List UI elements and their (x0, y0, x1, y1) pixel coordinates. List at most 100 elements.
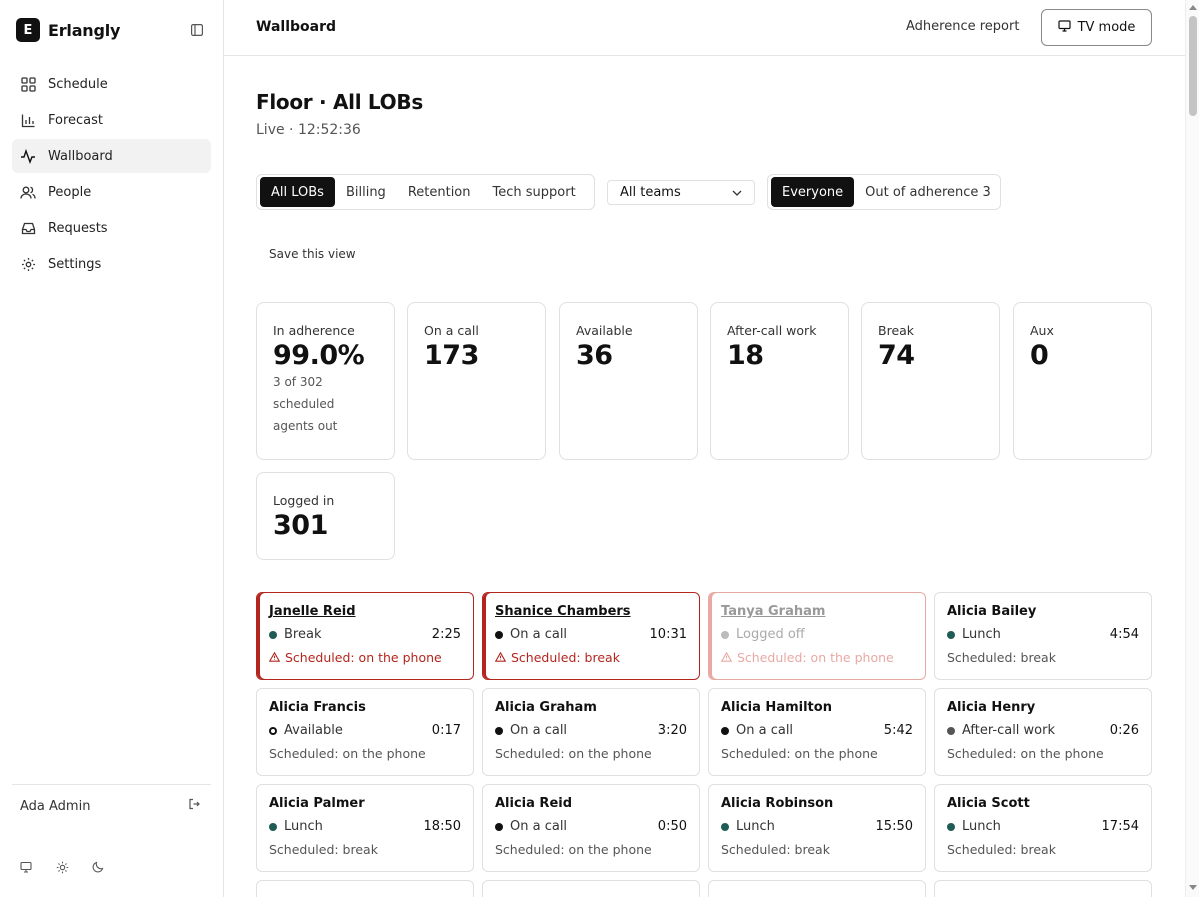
agent-card[interactable]: Alicia Hamilton On a call 5:42 Scheduled: o… (708, 688, 926, 776)
agent-state: On a call (495, 627, 567, 642)
agent-card[interactable]: Shanice Chambers On a call 10:31 Scheduled:… (482, 592, 700, 680)
tv-mode-button[interactable]: TV mode (1041, 9, 1152, 46)
status-dot-icon (721, 726, 729, 735)
sidebar-toggle-icon[interactable] (190, 23, 204, 37)
status-dot-icon (269, 726, 277, 735)
agent-name: Alicia Scott (947, 796, 1030, 811)
agent-card[interactable]: Alicia Robinson Lunch 15:50 Scheduled: brea… (708, 784, 926, 872)
agent-state: Lunch (947, 627, 1001, 642)
agent-state-row: On a call 10:31 (495, 627, 687, 642)
agent-card[interactable]: Janelle Reid Break 2:25 Scheduled: on the p… (256, 592, 474, 680)
agent-state-row: Logged off (721, 627, 913, 642)
agent-state-label: On a call (510, 819, 568, 834)
adherence-tab-everyone[interactable]: Everyone (771, 177, 855, 207)
agent-state-label: Lunch (962, 819, 1001, 834)
save-view-button[interactable]: Save this view (269, 247, 356, 261)
lob-tab-all[interactable]: All LOBs (260, 177, 335, 207)
agent-state-row: Available 0:17 (269, 723, 461, 738)
stat-label: Available (576, 323, 633, 338)
agent-card[interactable]: Tanya Graham Logged off Scheduled: on the … (708, 592, 926, 680)
agent-card[interactable]: Alicia Scott Lunch 17:54 Scheduled: break (934, 784, 1152, 872)
sidebar-divider (12, 784, 211, 785)
agent-name: Alicia Bailey (947, 604, 1037, 619)
agent-state-timer: 0:17 (431, 723, 461, 738)
agent-scheduled-label: Scheduled: break (947, 650, 1056, 665)
agent-state-row: Lunch 4:54 (947, 627, 1139, 642)
agent-state-row: Break 2:25 (269, 627, 461, 642)
adherence-report-link[interactable]: Adherence report (906, 19, 1019, 34)
team-select-value: All teams (620, 185, 681, 200)
agent-scheduled: Scheduled: break (947, 650, 1139, 665)
agent-scheduled-label: Scheduled: on the phone (737, 650, 894, 665)
agent-scheduled-label: Scheduled: on the phone (269, 746, 426, 761)
nav-item-schedule[interactable]: Schedule (12, 67, 211, 101)
scroll-down-arrow[interactable] (1189, 885, 1197, 890)
agent-card[interactable]: Alicia Bailey Lunch 4:54 Scheduled: break (934, 592, 1152, 680)
status-dot-icon (721, 822, 729, 831)
agent-state-row: On a call 5:42 (721, 723, 913, 738)
agent-card[interactable]: Alicia Reid On a call 0:50 Scheduled: on th… (482, 784, 700, 872)
brand-name: Erlangly (48, 20, 121, 40)
stat-label: On a call (424, 323, 479, 338)
agent-card[interactable]: Alicia Graham On a call 3:20 Scheduled: on … (482, 688, 700, 776)
status-dot-icon (269, 822, 277, 831)
stat-card-logged-in: Logged in 301 (256, 472, 395, 560)
bar-chart-icon (20, 112, 36, 128)
agent-scheduled-label: Scheduled: break (511, 650, 620, 665)
nav-item-people[interactable]: People (12, 175, 211, 209)
team-select[interactable]: All teams (607, 180, 755, 205)
activity-icon (20, 148, 36, 164)
status-dot-icon (269, 630, 277, 639)
agent-state: Lunch (269, 819, 323, 834)
agent-card[interactable]: Alicia Palmer Lunch 18:50 Scheduled: break (256, 784, 474, 872)
nav-item-settings[interactable]: Settings (12, 247, 211, 281)
adherence-tab-out[interactable]: Out of adherence 3 (854, 177, 1002, 207)
stat-card-break: Break 74 (861, 302, 1000, 460)
agent-card[interactable]: Alicia Henry After-call work 0:26 Scheduled… (934, 688, 1152, 776)
stat-label: Aux (1030, 323, 1054, 338)
status-dot-icon (721, 630, 729, 639)
stat-label: In adherence (273, 323, 355, 338)
status-dot-icon (947, 630, 955, 639)
vertical-scrollbar[interactable] (1185, 0, 1199, 897)
monitor-icon[interactable] (18, 859, 34, 875)
agent-scheduled: Scheduled: on the phone (495, 842, 687, 857)
adherence-filter: Everyone Out of adherence 3 (767, 174, 1001, 210)
agent-name: Alicia Graham (495, 700, 597, 715)
agent-state: Break (269, 627, 321, 642)
lob-tab-retention[interactable]: Retention (397, 177, 482, 207)
agent-state-row: Lunch 15:50 (721, 819, 913, 834)
agent-scheduled: Scheduled: break (269, 842, 461, 857)
agent-card[interactable]: Alicia Francis Available 0:17 Scheduled: on… (256, 688, 474, 776)
brand[interactable]: E Erlangly (16, 18, 120, 42)
agent-scheduled-label: Scheduled: on the phone (495, 746, 652, 761)
stat-value: 0 (1030, 340, 1049, 371)
nav-item-forecast[interactable]: Forecast (12, 103, 211, 137)
nav-label: Requests (48, 220, 108, 236)
user-row: Ada Admin (20, 798, 200, 814)
sun-icon[interactable] (54, 859, 70, 875)
agent-state: Available (269, 723, 343, 738)
lob-tab-tech-support[interactable]: Tech support (482, 177, 587, 207)
nav-item-wallboard[interactable]: Wallboard (12, 139, 211, 173)
nav-item-requests[interactable]: Requests (12, 211, 211, 245)
agent-state: On a call (721, 723, 793, 738)
nav-label: Wallboard (48, 148, 113, 164)
stat-value: 301 (273, 510, 328, 541)
scroll-up-arrow[interactable] (1189, 5, 1197, 10)
lob-tab-billing[interactable]: Billing (335, 177, 397, 207)
agent-state-label: Lunch (962, 627, 1001, 642)
agent-state-row: After-call work 0:26 (947, 723, 1139, 738)
page-header-title: Wallboard (256, 19, 337, 35)
status-dot-icon (495, 822, 503, 831)
nav-label: Settings (48, 256, 102, 272)
agent-name: Shanice Chambers (495, 604, 631, 619)
agent-scheduled: Scheduled: on the phone (947, 746, 1139, 761)
scroll-thumb[interactable] (1189, 16, 1197, 116)
agent-state-timer: 15:50 (875, 819, 913, 834)
main-nav: Schedule Forecast Wallboard People Reque… (12, 67, 211, 283)
nav-label: People (48, 184, 92, 200)
logout-icon[interactable] (188, 798, 200, 814)
chevron-down-icon (732, 185, 742, 200)
moon-icon[interactable] (90, 859, 106, 875)
